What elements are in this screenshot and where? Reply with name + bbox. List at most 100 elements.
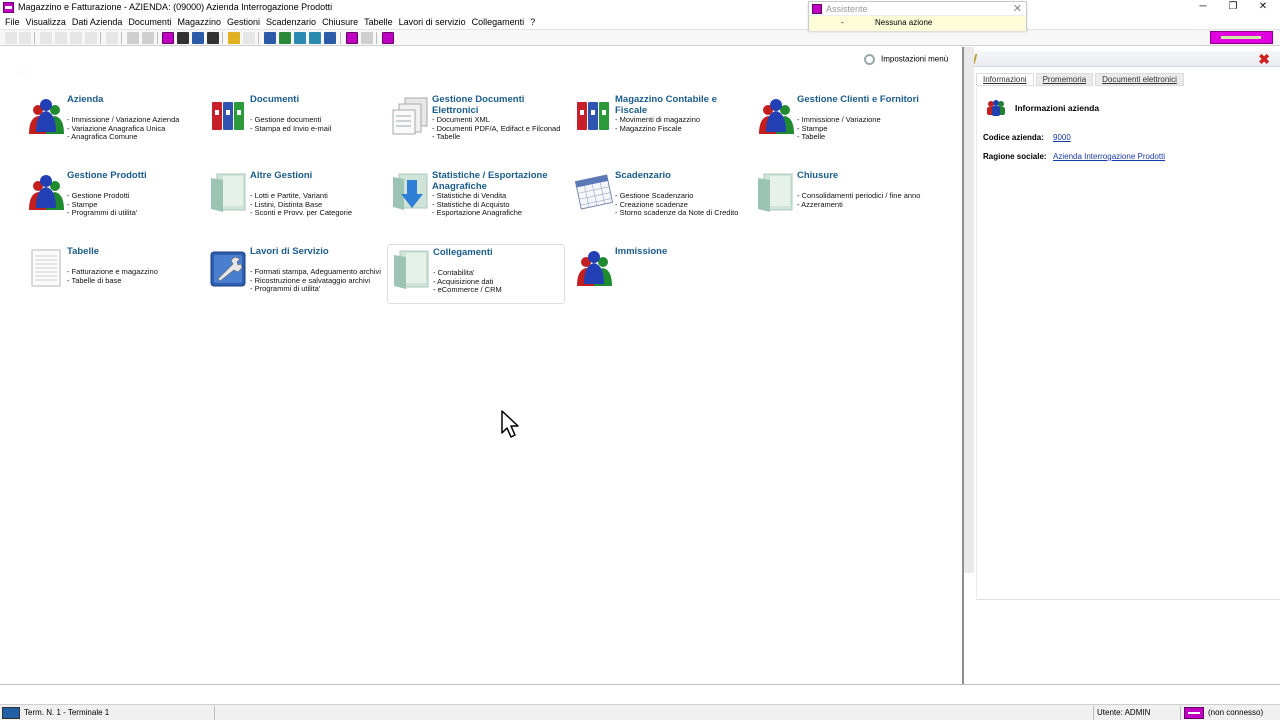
- tab-promemoria[interactable]: Promemoria: [1035, 73, 1094, 86]
- internet-explorer-icon[interactable]: [294, 32, 306, 44]
- tile-gestione-prodotti[interactable]: Gestione Prodotti - Gestione Prodotti - St…: [22, 168, 200, 228]
- assistant-close-icon[interactable]: ✕: [1013, 2, 1022, 15]
- tile-chiusure[interactable]: Chiusure - Consolidamenti periodici / fin…: [752, 168, 930, 228]
- tile-description: - Immissione / Variazione - Stampe - Tabel…: [797, 116, 932, 142]
- tile-line: - Immissione / Variazione: [797, 116, 881, 124]
- tile-altre-gestioni[interactable]: Altre Gestioni - Lotti e Partite, Variant…: [205, 168, 383, 228]
- connection-icon: [1184, 707, 1204, 719]
- tile-documenti[interactable]: Documenti - Gestione documenti - Stampa ed…: [205, 92, 383, 152]
- tile-title[interactable]: Documenti: [250, 94, 378, 105]
- tile-magazzino-contabile-e-fiscale[interactable]: Magazzino Contabile e Fiscale - Movimenti…: [570, 92, 748, 152]
- people-icon: [574, 248, 614, 288]
- tab-informazioni[interactable]: Informazioni: [976, 73, 1034, 86]
- tile-lavori-di-servizio[interactable]: Lavori di Servizio - Formati stampa, Adeg…: [205, 244, 383, 304]
- tile-line: - Immissione / Variazione Azienda: [67, 116, 180, 124]
- excel-icon[interactable]: [279, 32, 291, 44]
- menu-chiusure[interactable]: Chiusure: [322, 15, 358, 29]
- tile-immissione[interactable]: Immissione: [570, 244, 748, 304]
- save-disk-icon[interactable]: [192, 32, 204, 44]
- menu-tabelle[interactable]: Tabelle: [364, 15, 393, 29]
- tile-title[interactable]: Scadenzario: [615, 170, 743, 181]
- app-logo-icon[interactable]: [3, 2, 14, 13]
- menu-scadenzario[interactable]: Scadenzario: [266, 15, 316, 29]
- tile-title[interactable]: Collegamenti: [433, 247, 561, 258]
- tile-line: - Documenti PDF/A, Edifact e Filconad: [432, 124, 561, 133]
- tile-scadenzario[interactable]: Scadenzario - Gestione Scadenzario - Creaz…: [570, 168, 748, 228]
- assistant-popup: Assistente ✕ - Nessuna azione: [808, 1, 1027, 31]
- tile-line: - Ricostruzione e salvataggio archivi: [250, 276, 371, 285]
- print-preview-icon[interactable]: [142, 32, 154, 44]
- save-icon[interactable]: [19, 32, 31, 44]
- company-code-link[interactable]: 9000: [1053, 133, 1071, 142]
- tile-title[interactable]: Chiusure: [797, 170, 925, 181]
- status-separator: [1180, 706, 1181, 720]
- tile-title[interactable]: Statistiche / Esportazione Anagrafiche: [432, 170, 560, 192]
- assistant-action-row[interactable]: - Nessuna azione: [809, 16, 1026, 31]
- menu-gestioni[interactable]: Gestioni: [227, 15, 260, 29]
- tile-tabelle[interactable]: Tabelle - Fatturazione e magazzino - Tabel…: [22, 244, 200, 304]
- tile-line: - Gestione Prodotti: [67, 192, 130, 200]
- toolbar: [0, 29, 1280, 46]
- tile-title[interactable]: Gestione Documenti Elettronici: [432, 94, 560, 116]
- menu-help[interactable]: ?: [530, 15, 535, 29]
- tile-description: - Documenti XML - Documenti PDF/A, Edifac…: [432, 116, 567, 142]
- tile-gestione-documenti-elettronici[interactable]: Gestione Documenti Elettronici - Document…: [387, 92, 565, 152]
- menu-magazzino[interactable]: Magazzino: [177, 15, 221, 29]
- restore-button[interactable]: ❐: [1218, 0, 1248, 15]
- new-icon[interactable]: [5, 32, 17, 44]
- previous-record-icon[interactable]: [55, 32, 67, 44]
- menu-settings-link[interactable]: Impostazioni menù: [864, 54, 948, 65]
- tools-icon[interactable]: [361, 32, 373, 44]
- close-panel-icon[interactable]: ✖: [1258, 51, 1270, 67]
- settings-gear-icon: [864, 54, 875, 65]
- menu-lavori-di-servizio[interactable]: Lavori di servizio: [399, 15, 466, 29]
- side-panel-scrollbar[interactable]: [964, 47, 974, 573]
- search-document-icon[interactable]: [324, 32, 336, 44]
- menu-dati-azienda[interactable]: Dati Azienda: [72, 15, 123, 29]
- menu-documenti[interactable]: Documenti: [128, 15, 171, 29]
- tab-documenti-elettronici[interactable]: Documenti elettronici: [1095, 73, 1184, 86]
- tile-statistiche-esportazione-anagrafiche[interactable]: Statistiche / Esportazione Anagrafiche - …: [387, 168, 565, 228]
- tile-line: - Fatturazione e magazzino: [67, 268, 158, 276]
- tile-line: - Programmi di utilita': [67, 209, 138, 218]
- tile-line: - Tabelle: [432, 133, 461, 142]
- tile-line: - Creazione scadenze: [615, 200, 688, 209]
- calendar-icon: [574, 172, 614, 212]
- first-record-icon[interactable]: [40, 32, 52, 44]
- delete-icon[interactable]: [106, 32, 118, 44]
- menu-visualizza[interactable]: Visualizza: [26, 15, 66, 29]
- last-record-icon[interactable]: [85, 32, 97, 44]
- tile-title[interactable]: Altre Gestioni: [250, 170, 378, 181]
- tile-collegamenti[interactable]: Collegamenti - Contabilita' - Acquisizione…: [387, 244, 565, 304]
- tile-title[interactable]: Immissione: [615, 246, 743, 257]
- company-name-link[interactable]: Azienda Interrogazione Prodotti: [1053, 152, 1165, 161]
- close-window-button[interactable]: ✕: [1248, 0, 1278, 15]
- tile-gestione-clienti-e-fornitori[interactable]: Gestione Clienti e Fornitori - Immissione…: [752, 92, 930, 152]
- notepad-icon[interactable]: [243, 32, 255, 44]
- menu-file[interactable]: File: [5, 15, 20, 29]
- calculator-icon[interactable]: [228, 32, 240, 44]
- home-icon[interactable]: ⌂: [18, 61, 34, 77]
- status-bar: Term. N. 1 - Terminale 1 Utente: ADMIN (…: [0, 704, 1280, 720]
- tile-line: - Tabelle: [797, 133, 826, 142]
- back-arrow-icon[interactable]: [207, 32, 219, 44]
- tile-title[interactable]: Gestione Prodotti: [67, 170, 195, 181]
- tile-title[interactable]: Lavori di Servizio: [250, 246, 378, 257]
- terminal-status: Term. N. 1 - Terminale 1: [24, 708, 110, 717]
- monitor-icon[interactable]: [309, 32, 321, 44]
- tile-azienda[interactable]: Azienda - Immissione / Variazione Azienda…: [22, 92, 200, 152]
- numbers-icon[interactable]: [177, 32, 189, 44]
- menu-icon[interactable]: [162, 32, 174, 44]
- minimize-button[interactable]: ─: [1188, 0, 1218, 15]
- launcher-icon[interactable]: [382, 32, 394, 44]
- tile-title[interactable]: Azienda: [67, 94, 195, 105]
- assistant-toggle-button[interactable]: [1210, 31, 1273, 44]
- tile-title[interactable]: Magazzino Contabile e Fiscale: [615, 94, 743, 116]
- app-menu-icon[interactable]: [346, 32, 358, 44]
- tile-title[interactable]: Gestione Clienti e Fornitori: [797, 94, 925, 105]
- word-icon[interactable]: [264, 32, 276, 44]
- next-record-icon[interactable]: [70, 32, 82, 44]
- tile-title[interactable]: Tabelle: [67, 246, 195, 257]
- menu-collegamenti[interactable]: Collegamenti: [472, 15, 525, 29]
- print-icon[interactable]: [127, 32, 139, 44]
